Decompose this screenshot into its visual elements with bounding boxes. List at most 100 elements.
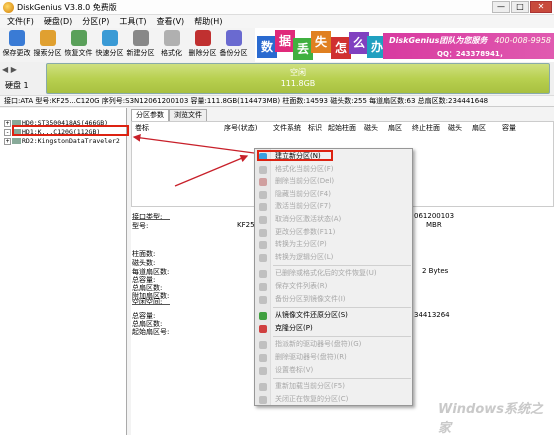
maximize-button[interactable]: □ bbox=[511, 1, 529, 13]
menu-item-17[interactable]: 重新加载当前分区(F5) bbox=[255, 381, 413, 392]
banner-char-block: 怎 bbox=[331, 37, 351, 59]
toolbar-button-delete[interactable]: 删除分区 bbox=[187, 28, 218, 62]
menu-item-6[interactable]: 更改分区参数(F11) bbox=[255, 227, 413, 238]
col-index[interactable]: 序号(状态) bbox=[224, 122, 257, 134]
format-icon bbox=[163, 30, 180, 46]
disk-tree: + HD0:ST3500418AS(466GB) - HD1:K...C120G(1… bbox=[0, 108, 127, 435]
col-volume-label[interactable]: 卷标 bbox=[135, 122, 149, 134]
expand-icon[interactable]: - bbox=[4, 128, 11, 136]
tree-item-rd2[interactable]: + RD2:KingstonDataTraveler2 bbox=[4, 137, 120, 145]
tree-highlight-box bbox=[12, 125, 129, 136]
menu-item-10[interactable]: 保存文件列表(R) bbox=[255, 281, 413, 292]
menu-item-label: 隐藏当前分区(F4) bbox=[275, 189, 331, 198]
menu-item-12[interactable]: 从镜像文件还原分区(S) bbox=[255, 310, 413, 321]
menu-disk[interactable]: 硬盘(D) bbox=[39, 16, 77, 27]
toolbar-button-save[interactable]: 保存更改 bbox=[1, 28, 32, 62]
disk-nav-arrows[interactable]: ◀ ▶ bbox=[2, 65, 17, 74]
divider bbox=[132, 304, 170, 305]
expand-icon[interactable]: + bbox=[4, 119, 11, 127]
toolbar-button-new-partition[interactable]: 新建分区 bbox=[125, 28, 156, 62]
toolbar-label: 格式化 bbox=[161, 49, 182, 57]
menu-item-icon bbox=[259, 228, 267, 237]
banner-char-block: 数 bbox=[257, 36, 277, 58]
app-logo-icon bbox=[3, 1, 14, 13]
expand-icon[interactable]: + bbox=[4, 137, 11, 145]
watermark: Windows系统之家 bbox=[438, 402, 544, 435]
toolbar-button-quick-partition[interactable]: 快速分区 bbox=[94, 28, 125, 62]
menu-item-4[interactable]: 激活当前分区(F7) bbox=[255, 201, 413, 212]
disk-info-bar: 接口:ATA 型号:KF25...C120G 序列号:S3N1206120010… bbox=[0, 95, 554, 107]
toolbar-button-format[interactable]: 格式化 bbox=[156, 28, 187, 62]
col-sector-2[interactable]: 扇区 bbox=[472, 122, 486, 134]
toolbar-button-recover[interactable]: 恢复文件 bbox=[63, 28, 94, 62]
menu-item-1[interactable]: 格式化当前分区(F) bbox=[255, 164, 413, 175]
search-icon bbox=[39, 30, 56, 46]
menu-bar: 文件(F) 硬盘(D) 分区(P) 工具(T) 查看(V) 帮助(H) bbox=[0, 15, 554, 28]
toolbar: 保存更改 搜索分区 恢复文件 快速分区 新建分区 格式化 删除分区 备份分区 bbox=[0, 28, 255, 62]
detail-value: KF25 bbox=[237, 221, 255, 229]
menu-file[interactable]: 文件(F) bbox=[2, 16, 39, 27]
title-bar: DiskGenius V3.8.0 免费版 — □ ✕ bbox=[0, 0, 554, 15]
menu-item-icon bbox=[259, 354, 267, 362]
col-sector[interactable]: 扇区 bbox=[388, 122, 402, 134]
tab-browse-files[interactable]: 浏览文件 bbox=[169, 109, 207, 121]
menu-separator bbox=[273, 265, 411, 267]
menu-item-icon bbox=[259, 366, 267, 375]
menu-item-label: 指派新的驱动器号(盘符)(G) bbox=[275, 340, 362, 349]
new-partition-icon bbox=[132, 30, 149, 46]
col-start-cyl[interactable]: 起始柱面 bbox=[328, 122, 356, 134]
menu-view[interactable]: 查看(V) bbox=[151, 16, 189, 27]
disk-partition-bar[interactable]: 空闲 111.8GB bbox=[46, 63, 550, 94]
menu-item-icon bbox=[259, 283, 267, 291]
menu-item-label: 转换为逻辑分区(L) bbox=[275, 252, 334, 261]
menu-help[interactable]: 帮助(H) bbox=[189, 16, 227, 27]
menu-item-14[interactable]: 指派新的驱动器号(盘符)(G) bbox=[255, 339, 413, 350]
col-head-2[interactable]: 磁头 bbox=[448, 122, 462, 134]
col-filesystem[interactable]: 文件系统 bbox=[273, 122, 301, 134]
toolbar-label: 恢复文件 bbox=[64, 49, 93, 57]
toolbar-button-search[interactable]: 搜索分区 bbox=[32, 28, 63, 62]
toolbar-button-backup[interactable]: 备份分区 bbox=[218, 28, 249, 62]
menu-item-16[interactable]: 设置卷标(V) bbox=[255, 365, 413, 376]
menu-item-icon bbox=[259, 241, 267, 250]
table-header: 卷标 序号(状态) 文件系统 标识 起始柱面 磁头 扇区 终止柱面 磁头 扇区 … bbox=[132, 122, 553, 134]
menu-item-icon bbox=[259, 190, 267, 199]
menu-item-18[interactable]: 关闭正在恢复的分区(C) bbox=[255, 394, 413, 405]
menu-item-15[interactable]: 删除驱动器号(盘符)(R) bbox=[255, 352, 413, 363]
detail-value: 061200103 bbox=[414, 212, 455, 220]
toolbar-label: 快速分区 bbox=[95, 49, 124, 57]
menu-item-8[interactable]: 转换为逻辑分区(L) bbox=[255, 252, 413, 263]
menu-item-9[interactable]: 已删除或格式化后的文件恢复(U) bbox=[255, 268, 413, 279]
window-title: DiskGenius V3.8.0 免费版 bbox=[17, 2, 117, 12]
menu-item-label: 删除驱动器号(盘符)(R) bbox=[275, 353, 347, 361]
menu-partition[interactable]: 分区(P) bbox=[77, 16, 114, 27]
menu-item-icon bbox=[259, 270, 267, 279]
menu-item-icon bbox=[259, 203, 267, 212]
menu-item-2[interactable]: 删除当前分区(Del) bbox=[255, 176, 413, 187]
menu-separator bbox=[273, 307, 411, 309]
menu-item-label: 重新加载当前分区(F5) bbox=[275, 382, 345, 391]
detail-label: 空闲空间: bbox=[132, 298, 163, 306]
col-flag[interactable]: 标识 bbox=[308, 122, 322, 134]
toolbar-label: 保存更改 bbox=[2, 49, 31, 57]
menu-item-icon bbox=[259, 295, 267, 304]
menu-item-13[interactable]: 克隆分区(P) bbox=[255, 323, 413, 334]
menu-item-label: 删除当前分区(Del) bbox=[275, 177, 335, 186]
menu-tools[interactable]: 工具(T) bbox=[114, 16, 151, 27]
col-capacity[interactable]: 容量 bbox=[502, 122, 516, 134]
menu-item-7[interactable]: 转换为主分区(P) bbox=[255, 239, 413, 250]
minimize-button[interactable]: — bbox=[492, 1, 510, 13]
close-button[interactable]: ✕ bbox=[530, 1, 552, 13]
menu-item-3[interactable]: 隐藏当前分区(F4) bbox=[255, 189, 413, 200]
detail-value: 34413264 bbox=[414, 311, 450, 319]
menu-item-5[interactable]: 取消分区激活状态(A) bbox=[255, 214, 413, 225]
col-end-cyl[interactable]: 终止柱面 bbox=[412, 122, 440, 134]
menu-item-11[interactable]: 备份分区到镜像文件(I) bbox=[255, 294, 413, 305]
banner-char-block: 失 bbox=[311, 31, 331, 53]
menu-item-label: 设置卷标(V) bbox=[275, 365, 314, 374]
save-icon bbox=[8, 30, 25, 46]
col-head[interactable]: 磁头 bbox=[364, 122, 378, 134]
ad-banner[interactable]: 数据丢失怎么办 DiskGenius团队为您服务 400-008-9958 QQ… bbox=[255, 28, 554, 62]
tab-partition-params[interactable]: 分区参数 bbox=[131, 109, 169, 121]
menu-item-icon bbox=[259, 324, 267, 333]
